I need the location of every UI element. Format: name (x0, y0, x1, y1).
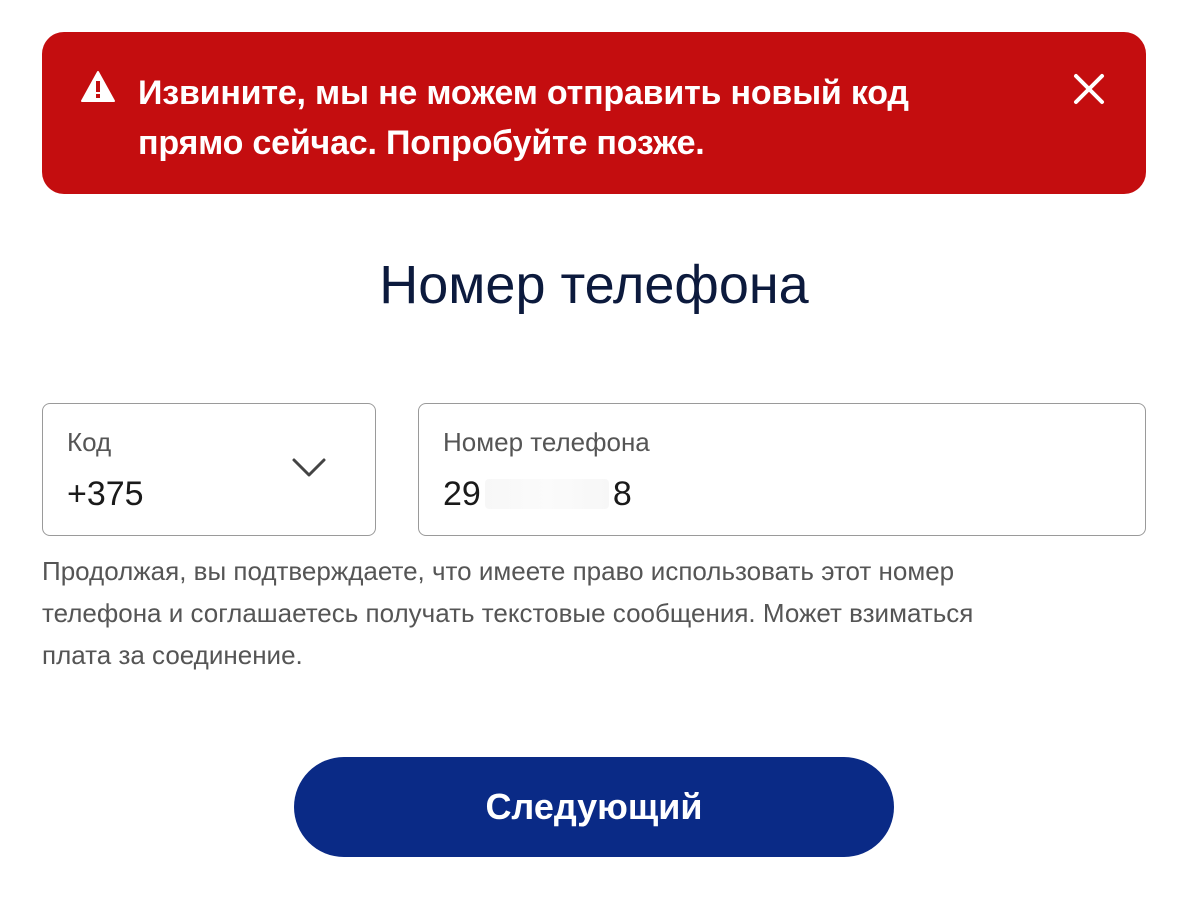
page-title: Номер телефона (379, 255, 809, 315)
phone-number-label: Номер телефона (443, 427, 650, 457)
phone-number-field[interactable]: Номер телефона 29 8 (418, 403, 1146, 536)
alert-message: Извините, мы не можем отправить новый ко… (138, 68, 1018, 168)
country-code-label: Код (67, 427, 112, 457)
chevron-down-icon[interactable] (291, 456, 327, 480)
disclaimer-line-2: телефона и соглашаетесь получать текстов… (42, 598, 974, 628)
country-code-value: +375 (67, 475, 144, 513)
warning-triangle-icon (81, 71, 115, 102)
alert-message-line-2: прямо сейчас. Попробуйте позже. (138, 124, 705, 162)
close-icon[interactable] (1070, 70, 1108, 108)
redacted-phone-digits (484, 479, 609, 509)
consent-disclaimer: Продолжая, вы подтверждаете, что имеете … (42, 550, 1152, 676)
phone-number-prefix: 29 (443, 475, 481, 513)
phone-number-input[interactable]: 29 8 (443, 472, 632, 516)
alert-message-line-1: Извините, мы не можем отправить новый ко… (138, 74, 909, 112)
country-code-select[interactable]: Код +375 (42, 403, 376, 536)
phone-number-suffix: 8 (612, 475, 632, 513)
disclaimer-line-1: Продолжая, вы подтверждаете, что имеете … (42, 556, 955, 586)
phone-verification-page: Извините, мы не можем отправить новый ко… (0, 0, 1200, 909)
next-button[interactable]: Следующий (294, 757, 894, 857)
disclaimer-line-3: плата за соединение. (42, 640, 303, 670)
